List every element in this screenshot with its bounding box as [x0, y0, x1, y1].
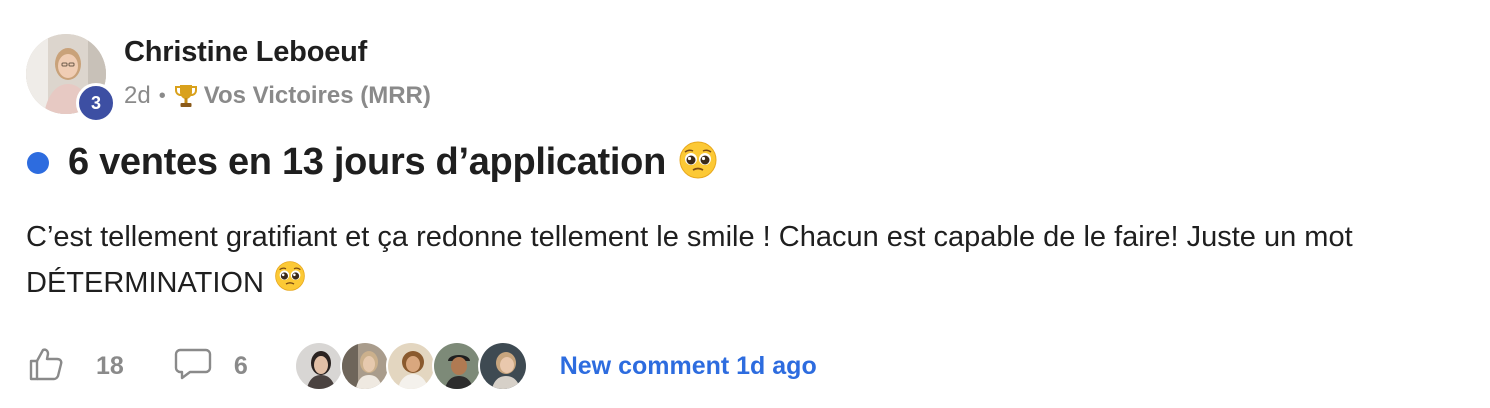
post-footer: 18 6 New comment 1d ago: [28, 338, 817, 394]
post-title-row[interactable]: 6 ventes en 13 jours d’application: [27, 140, 718, 185]
commenter-avatar[interactable]: [477, 341, 528, 391]
commenter-avatar[interactable]: [385, 341, 436, 391]
body-line-1: C’est tellement gratifiant et ça redonne…: [26, 221, 1353, 253]
trophy-icon: [174, 83, 198, 109]
post-body: C’est tellement gratifiant et ça redonne…: [26, 214, 1486, 306]
commenter-avatar[interactable]: [293, 341, 344, 391]
like-count: 18: [96, 351, 124, 380]
new-comment-link[interactable]: New comment 1d ago: [560, 352, 817, 381]
commenter-avatar[interactable]: [339, 341, 390, 391]
pleading-face-emoji-icon: [678, 140, 718, 185]
post-meta: 2d • Vos Victoires (MRR): [124, 82, 431, 110]
commenter-avatars[interactable]: [293, 341, 528, 391]
unread-indicator-icon: [27, 151, 49, 174]
commenter-avatar[interactable]: [431, 341, 482, 391]
thumbs-up-icon[interactable]: [28, 346, 64, 387]
body-line-2: DÉTERMINATION: [26, 260, 1486, 306]
post-time[interactable]: 2d: [124, 82, 151, 110]
body-line-2-text: DÉTERMINATION: [26, 267, 264, 299]
pleading-face-emoji-icon: [274, 260, 306, 306]
comment-count: 6: [233, 351, 248, 380]
level-badge: 3: [76, 83, 116, 123]
like-action[interactable]: 18: [28, 346, 124, 387]
comment-action[interactable]: 6: [174, 347, 248, 386]
category-link[interactable]: Vos Victoires (MRR): [204, 82, 431, 110]
comment-icon[interactable]: [174, 347, 212, 386]
meta-separator: •: [158, 84, 166, 107]
post-title[interactable]: 6 ventes en 13 jours d’application: [68, 141, 666, 184]
post-card: 3 Christine Leboeuf 2d • Vos Victoires (…: [0, 0, 1490, 408]
author-name[interactable]: Christine Leboeuf: [124, 36, 367, 69]
